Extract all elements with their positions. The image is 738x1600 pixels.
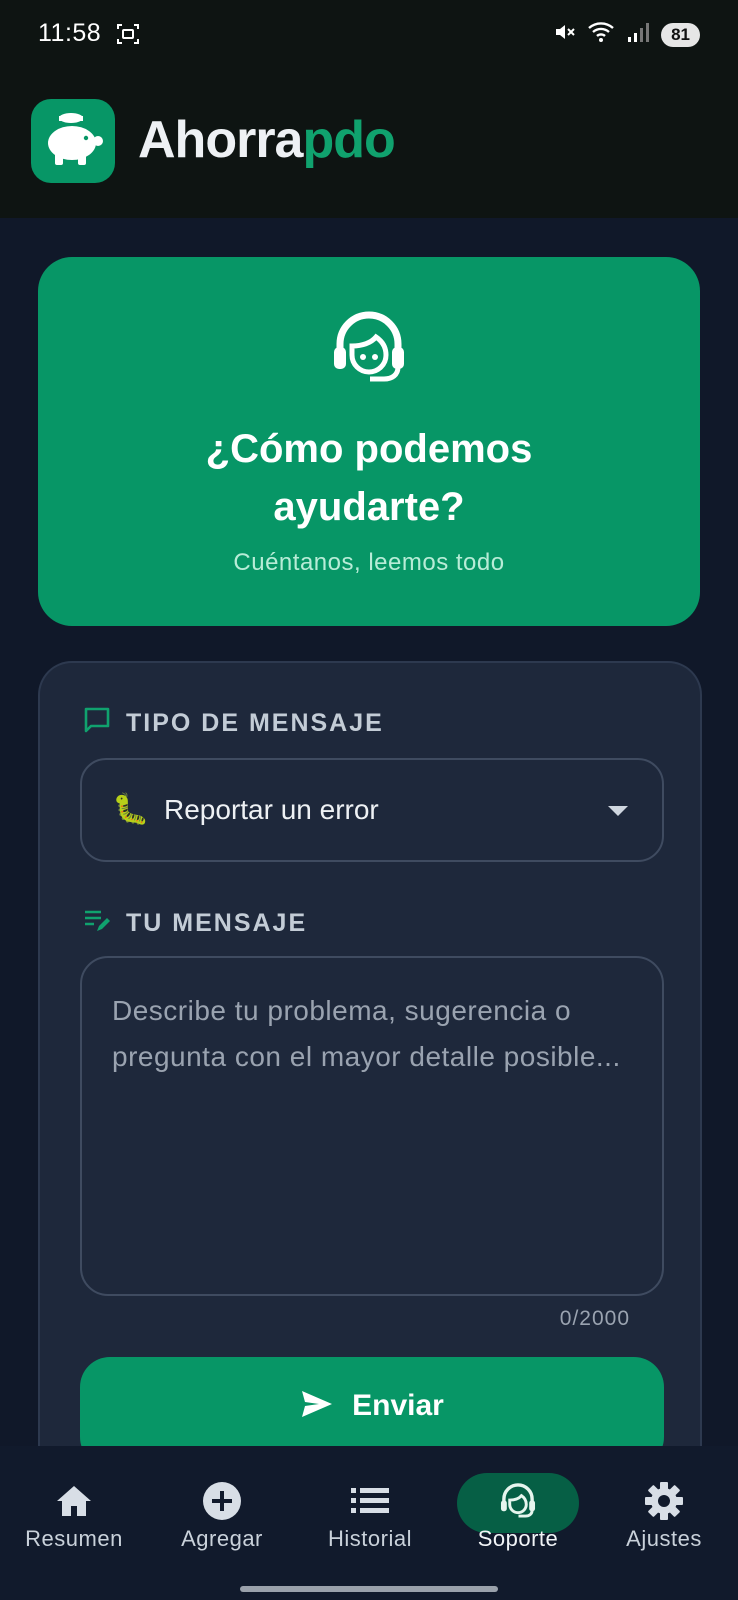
hero-title: ¿Cómo podemos ayudarte? [38, 420, 700, 536]
battery-indicator: 81 [661, 22, 700, 47]
support-agent-icon [498, 1482, 538, 1524]
app-title-part1: Ahorra [138, 111, 303, 169]
nav-icon-container [457, 1473, 579, 1533]
message-label-text: TU MENSAJE [126, 909, 308, 937]
screen-record-icon [116, 22, 140, 51]
wifi-icon [587, 20, 617, 49]
edit-note-icon [82, 905, 112, 942]
nav-icon-container [603, 1473, 725, 1533]
nav-item-ajustes[interactable]: Ajustes [590, 1446, 738, 1586]
nav-icon-container [161, 1473, 283, 1533]
message-type-label-text: TIPO DE MENSAJE [126, 709, 384, 737]
bottom-nav: Resumen Agregar Historial Soporte Ajuste… [0, 1446, 738, 1600]
caret-down-icon [608, 806, 628, 816]
home-icon [55, 1484, 93, 1523]
message-label: TU MENSAJE [82, 905, 307, 942]
list-icon [351, 1487, 389, 1520]
message-type-label: TIPO DE MENSAJE [82, 705, 384, 742]
nav-label: Ajustes [626, 1526, 702, 1551]
nav-item-soporte[interactable]: Soporte [444, 1446, 592, 1586]
support-agent-icon [328, 311, 410, 390]
mute-icon [553, 20, 577, 49]
char-counter: 0/2000 [559, 1307, 630, 1330]
nav-label: Agregar [181, 1526, 263, 1551]
app-logo [31, 99, 115, 183]
nav-label: Historial [328, 1526, 412, 1551]
nav-label: Resumen [25, 1526, 123, 1551]
nav-item-resumen[interactable]: Resumen [0, 1446, 148, 1586]
nav-item-agregar[interactable]: Agregar [148, 1446, 296, 1586]
chat-bubble-icon [82, 705, 112, 742]
status-bar: 11:58 81 [0, 0, 738, 70]
add-circle-icon [202, 1481, 242, 1526]
app-title-part2: pdo [302, 111, 395, 169]
nav-item-historial[interactable]: Historial [296, 1446, 444, 1586]
send-button-label: Enviar [352, 1389, 444, 1422]
piggy-bank-icon [42, 111, 104, 172]
support-form-card: TIPO DE MENSAJE 🐛 Reportar un error TU M… [38, 661, 702, 1467]
message-textarea[interactable] [80, 956, 664, 1296]
send-icon [300, 1389, 334, 1424]
nav-icon-container [13, 1473, 135, 1533]
hero-title-line1: ¿Cómo podemos [205, 427, 533, 471]
nav-label: Soporte [477, 1526, 559, 1551]
home-indicator[interactable] [240, 1586, 498, 1592]
message-type-selected: Reportar un error [164, 794, 379, 825]
nav-icon-container [309, 1473, 431, 1533]
settings-icon [644, 1481, 684, 1526]
app-title: Ahorrapdo [138, 110, 396, 170]
status-icons: 81 [553, 20, 700, 49]
bug-emoji-icon: 🐛 [112, 793, 150, 826]
hero-subtitle: Cuéntanos, leemos todo [233, 549, 505, 576]
status-time: 11:58 [38, 19, 102, 47]
signal-icon [627, 21, 651, 48]
app-bar: Ahorrapdo [0, 70, 738, 218]
support-hero-card: ¿Cómo podemos ayudarte? Cuéntanos, leemo… [38, 257, 700, 626]
hero-title-line2: ayudarte? [273, 485, 465, 529]
message-type-dropdown[interactable]: 🐛 Reportar un error [80, 758, 664, 862]
